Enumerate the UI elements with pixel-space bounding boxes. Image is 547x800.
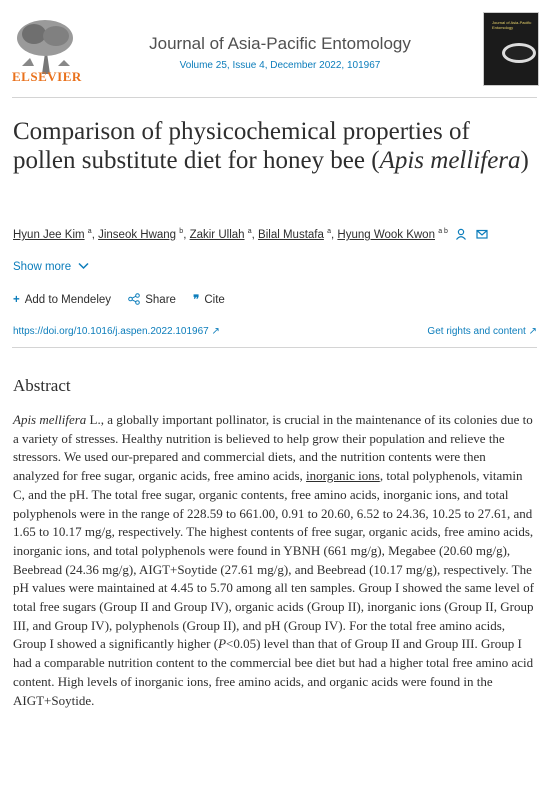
title-close: ) [520,147,529,174]
plus-icon: + [13,294,20,306]
journal-header: ELSEVIER Journal of Asia-Pacific Entomol… [0,0,547,97]
cite-button[interactable]: ❞ Cite [193,292,225,306]
show-more-label: Show more [13,261,72,273]
affiliation-mark: a [87,228,92,236]
rights-text: Get rights and content [427,326,526,337]
abstract-body: Apis mellifera L., a globally important … [13,411,534,710]
abstract-text: , total polyphenols, vitamin C, and the … [13,468,534,652]
affiliation-mark: a [247,228,252,236]
share-icon [128,293,141,305]
title-species: Apis mellifera [379,147,521,174]
cite-label: Cite [204,294,225,306]
doi-text: https://doi.org/10.1016/j.aspen.2022.101… [13,326,209,337]
author-link[interactable]: Hyun Jee Kim [13,229,85,241]
author-link[interactable]: Bilal Mustafa [258,229,324,241]
volume-info[interactable]: Volume 25, Issue 4, December 2022, 10196… [120,60,440,71]
journal-title[interactable]: Journal of Asia-Pacific Entomology [120,34,440,54]
person-icon[interactable] [455,228,467,240]
p-value-symbol: P [218,636,227,652]
doi-link[interactable]: https://doi.org/10.1016/j.aspen.2022.101… [13,326,220,337]
header-divider [12,97,537,98]
article-title: Comparison of physicochemical properties… [13,117,533,175]
cover-graphic [502,43,536,63]
abstract-heading: Abstract [13,376,71,395]
inorganic-ions-link[interactable]: inorganic ions [306,468,380,483]
rights-link[interactable]: Get rights and content ↗ [427,326,537,337]
journal-cover-image[interactable]: Journal of Asia-Pacific Entomology [483,12,539,86]
email-icon[interactable] [476,228,488,240]
chevron-down-icon [78,262,89,270]
add-to-mendeley-button[interactable]: + Add to Mendeley [13,294,111,306]
meta-divider [12,347,537,348]
affiliation-mark: a b [438,228,448,236]
publisher-name: ELSEVIER [12,69,82,84]
cover-title: Journal of Asia-Pacific Entomology [492,20,532,30]
article-actions: + Add to Mendeley Share ❞ Cite [13,292,239,306]
show-more-button[interactable]: Show more [13,261,89,273]
species-name: Apis mellifera [13,412,87,427]
share-button[interactable]: Share [128,293,176,306]
author-list: Hyun Jee Kim a, Jinseok Hwang b, Zakir U… [13,228,538,241]
share-label: Share [145,294,176,306]
external-link-icon: ↗ [211,326,220,337]
external-link-icon: ↗ [528,326,537,337]
affiliation-mark: b [179,228,184,236]
author-link[interactable]: Jinseok Hwang [98,229,176,241]
mendeley-label: Add to Mendeley [24,294,112,306]
quote-icon: ❞ [193,294,200,306]
author-link[interactable]: Hyung Wook Kwon [337,229,435,241]
affiliation-mark: a [327,228,331,236]
author-link[interactable]: Zakir Ullah [190,229,245,241]
